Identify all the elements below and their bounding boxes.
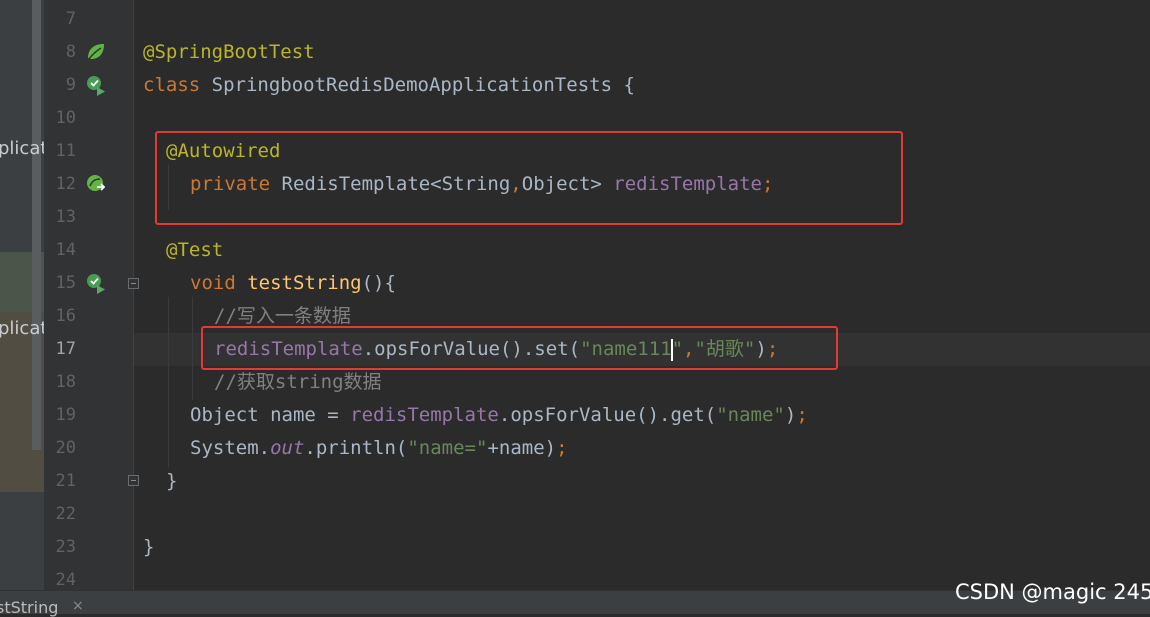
annotation: @Test — [166, 239, 224, 261]
project-tree-item[interactable]: plicat — [0, 138, 44, 159]
code-line-15: void testString(){ — [190, 267, 396, 300]
call: .opsForValue().get( — [498, 404, 717, 426]
run-test-icon[interactable] — [85, 74, 107, 96]
line-number: 13 — [55, 207, 76, 227]
spring-bean-icon[interactable] — [85, 41, 107, 63]
code-line-23: } — [143, 531, 154, 564]
brace: } — [143, 536, 155, 558]
comment: //获取string数据 — [214, 371, 382, 393]
punct: ; — [796, 404, 808, 426]
line-number: 8 — [65, 42, 76, 62]
autowired-navigate-icon[interactable] — [85, 173, 107, 195]
line-number: 9 — [65, 75, 76, 95]
annotation: @SpringBootTest — [143, 41, 315, 63]
run-tab-label[interactable]: stString — [0, 598, 58, 617]
comment: //写入一条数据 — [214, 305, 351, 327]
static-field: out — [270, 437, 305, 459]
punct: ) — [784, 404, 797, 426]
line-number: 10 — [55, 108, 76, 128]
line-number: 23 — [55, 537, 76, 557]
string: "name" — [716, 404, 785, 426]
line-number: 19 — [55, 405, 76, 425]
highlight-box-set-line — [201, 326, 838, 370]
gutter-divider — [133, 0, 134, 590]
indent-guide — [192, 297, 193, 400]
line-number-current: 17 — [55, 339, 76, 359]
punct: ; — [556, 437, 568, 459]
field: redisTemplate — [350, 404, 499, 426]
keyword: void — [190, 272, 236, 294]
call: .println( — [304, 437, 408, 459]
project-panel: plicat plicat — [0, 0, 44, 590]
line-number: 20 — [55, 438, 76, 458]
code-line-21: } — [166, 465, 177, 498]
line-number: 18 — [55, 372, 76, 392]
string: "name=" — [407, 437, 488, 459]
method-name: testString — [247, 272, 362, 294]
line-number: 12 — [55, 174, 76, 194]
line-number: 21 — [55, 471, 76, 491]
line-number: 16 — [55, 306, 76, 326]
indent-guide — [168, 297, 169, 467]
line-number: 15 — [55, 273, 76, 293]
punct: (){ — [361, 272, 396, 294]
declaration: Object name = — [190, 404, 351, 426]
fold-marker[interactable] — [128, 475, 139, 486]
project-tree-item[interactable]: plicat — [0, 318, 44, 339]
fold-marker[interactable] — [128, 278, 139, 289]
class-name: SpringbootRedisDemoApplicationTests { — [200, 74, 635, 96]
run-test-method-icon[interactable] — [85, 272, 107, 294]
code-line-14: @Test — [166, 234, 223, 267]
line-number: 7 — [65, 9, 76, 29]
line-number: 24 — [55, 570, 76, 590]
line-number: 22 — [55, 504, 76, 524]
brace: } — [166, 470, 178, 492]
keyword: class — [143, 74, 201, 96]
expr: +name) — [487, 437, 557, 459]
line-number: 14 — [55, 240, 76, 260]
code-line-8: @SpringBootTest — [143, 36, 315, 69]
project-panel-scrollbar[interactable] — [32, 0, 41, 450]
line-number: 11 — [55, 141, 76, 161]
highlight-box-autowired — [155, 131, 903, 225]
code-line-9: class SpringbootRedisDemoApplicationTest… — [143, 69, 635, 102]
watermark: CSDN @magic 245 — [955, 580, 1150, 604]
code-line-20: System.out.println("name="+name); — [190, 432, 568, 465]
class-ref: System. — [190, 437, 271, 459]
code-line-19: Object name = redisTemplate.opsForValue(… — [190, 399, 808, 432]
close-icon[interactable]: × — [72, 598, 84, 614]
code-line-18: //获取string数据 — [214, 366, 382, 399]
